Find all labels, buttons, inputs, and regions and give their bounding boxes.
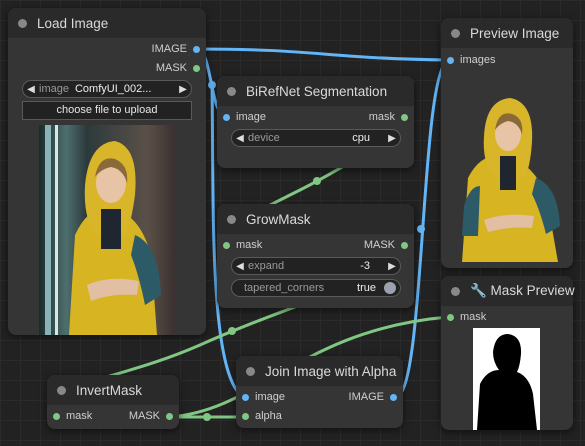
input-pin-icon[interactable] [223,241,230,249]
input-slot-mask[interactable]: mask [447,311,486,323]
input-slot-images[interactable]: images [447,54,495,66]
output-slot-mask[interactable]: MASK [129,410,173,422]
node-title: Preview Image [470,25,560,41]
slot-label: IMAGE [348,391,384,403]
widget-label: expand [248,260,285,272]
arrow-left-icon[interactable]: ◀ [23,84,39,95]
wire-reroute-dot [203,413,211,421]
input-slot-mask[interactable]: mask [223,239,262,251]
node-header[interactable]: Join Image with Alpha [236,356,403,386]
arrow-left-icon[interactable]: ◀ [232,261,248,272]
collapse-dot-icon[interactable] [227,86,236,96]
slot-label: image [236,111,266,123]
slot-label: MASK [128,410,160,422]
tapered-corners-toggle[interactable]: tapered_corners true [231,279,401,297]
mask-preview-node[interactable]: 🔧 Mask Preview mask [441,276,575,430]
wire-load-image-to-preview [196,47,448,62]
arrow-right-icon[interactable]: ▶ [175,84,191,95]
output-slot-mask[interactable]: MASK [156,62,200,74]
arrow-left-icon[interactable]: ◀ [232,133,248,144]
output-slot-mask[interactable]: MASK [364,239,408,251]
node-header[interactable]: Preview Image [441,18,573,48]
wire-reroute-dot [313,177,321,185]
output-pin-icon[interactable] [401,113,408,121]
node-title: GrowMask [246,211,311,227]
collapse-dot-icon[interactable] [57,385,66,395]
grow-mask-node[interactable]: GrowMask mask MASK ◀ expand -3 ▶ tapered… [217,204,414,308]
mask-preview-output [473,328,540,430]
widget-value: cpu [352,132,370,144]
wire-reroute-dot [417,225,425,233]
widget-label: device [248,132,280,144]
input-slot-image[interactable]: image [223,111,266,123]
output-pin-icon[interactable] [401,241,408,249]
loaded-image-preview [39,125,175,335]
slot-label: image [255,391,285,403]
input-slot-mask[interactable]: mask [53,410,92,422]
input-slot-image[interactable]: image [242,391,285,403]
output-pin-icon[interactable] [166,412,173,420]
input-pin-icon[interactable] [223,113,230,121]
node-title: Join Image with Alpha [265,363,397,379]
slot-label: mask [460,311,487,323]
node-header[interactable]: Load Image [8,8,206,38]
slot-label: MASK [363,239,395,251]
widget-label: tapered_corners [244,282,325,294]
node-title: InvertMask [76,382,143,398]
node-header[interactable]: InvertMask [47,375,179,405]
node-title: 🔧 Mask Preview [470,283,575,298]
slot-label: mask [368,111,395,123]
collapse-dot-icon[interactable] [451,28,460,38]
device-select-widget[interactable]: ◀ device cpu ▶ [231,129,401,147]
input-slot-alpha[interactable]: alpha [242,410,282,422]
node-header[interactable]: 🔧 Mask Preview [441,276,575,306]
input-pin-icon[interactable] [53,412,60,420]
output-slot-image[interactable]: IMAGE [152,43,200,55]
arrow-right-icon[interactable]: ▶ [384,261,400,272]
image-select-widget[interactable]: ◀ image ComfyUI_002... ▶ [22,80,192,98]
input-pin-icon[interactable] [242,412,249,420]
output-slot-mask[interactable]: mask [369,111,408,123]
slot-label: mask [66,410,93,422]
widget-label: image [39,83,69,95]
arrow-right-icon[interactable]: ▶ [384,133,400,144]
slot-label: IMAGE [151,43,187,55]
input-pin-icon[interactable] [242,393,249,401]
widget-value: -3 [360,260,370,272]
preview-image-node[interactable]: Preview Image images [441,18,573,268]
widget-value: true [357,282,376,294]
input-pin-icon[interactable] [447,56,454,64]
node-header[interactable]: BiRefNet Segmentation [217,76,414,106]
input-pin-icon[interactable] [447,313,454,321]
collapse-dot-icon[interactable] [227,214,236,224]
output-slot-image[interactable]: IMAGE [349,391,397,403]
preview-image-output [454,86,564,262]
widget-value: ComfyUI_002... [74,83,152,95]
collapse-dot-icon[interactable] [246,366,255,376]
join-image-with-alpha-node[interactable]: Join Image with Alpha image IMAGE alpha [236,356,403,428]
load-image-node[interactable]: Load Image IMAGE MASK ◀ image ComfyUI_00… [8,8,206,335]
slot-label: mask [236,239,263,251]
output-pin-icon[interactable] [193,64,200,72]
node-title: BiRefNet Segmentation [246,83,388,99]
slot-label: images [460,54,496,66]
expand-number-widget[interactable]: ◀ expand -3 ▶ [231,257,401,275]
output-pin-icon[interactable] [193,45,200,53]
upload-button[interactable]: choose file to upload [22,101,192,120]
collapse-dot-icon[interactable] [451,286,460,296]
toggle-knob-icon[interactable] [384,282,396,294]
slot-label: MASK [155,62,187,74]
node-title: Load Image [37,15,109,31]
slot-label: alpha [255,410,282,422]
collapse-dot-icon[interactable] [18,18,27,28]
wire-reroute-dot [208,81,216,89]
node-header[interactable]: GrowMask [217,204,414,234]
output-pin-icon[interactable] [390,393,397,401]
birefnet-segmentation-node[interactable]: BiRefNet Segmentation image mask ◀ devic… [217,76,414,168]
wire-reroute-dot [228,327,236,335]
invert-mask-node[interactable]: InvertMask mask MASK [47,375,179,429]
